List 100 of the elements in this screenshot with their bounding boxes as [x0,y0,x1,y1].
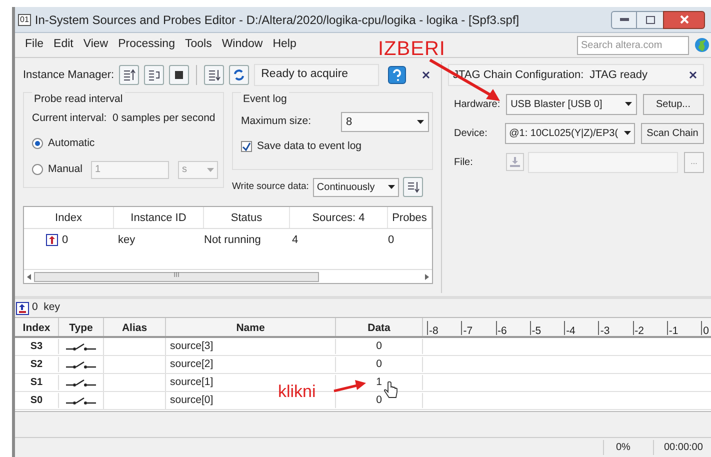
status-text: Ready to acquire [254,64,379,86]
right-arrow-icon [425,274,429,280]
setup-button[interactable]: Setup... [642,94,704,114]
progress-text: 0% [603,440,653,455]
tick-label: -5 [530,321,542,335]
size-dropdown[interactable]: 8 [341,112,429,132]
close-button[interactable] [663,10,705,28]
tick-label: -2 [632,321,644,335]
close-icon [689,71,697,79]
table-cell-text: key [117,232,136,248]
column-header[interactable]: Index [24,207,114,228]
caret-icon [388,185,395,189]
switch-icon [66,360,96,368]
table-cell: S0 [15,393,59,408]
table-cell: source[2] [166,356,336,372]
hardware-dropdown[interactable]: USB Blaster [USB 0] [506,94,637,114]
globe-icon [695,38,709,52]
maximize-icon [646,16,654,24]
continuous-read-button[interactable] [144,65,164,85]
write-data-button[interactable] [204,65,224,85]
menu-item[interactable]: View [79,36,112,54]
field-label: File: [454,156,474,170]
minimize-button[interactable] [611,10,637,28]
instance-label: 0 key [32,300,60,316]
hand-cursor-icon [384,381,398,399]
write-mode-dropdown[interactable]: Continuously [312,178,399,196]
switch-icon [66,378,96,386]
time-text: 00:00:00 [653,440,711,455]
table-cell-text: 4 [291,232,300,248]
menu-item[interactable]: Window [218,36,267,54]
refresh-button[interactable] [229,65,250,85]
tick-label: -1 [666,321,678,335]
read-data-button[interactable] [119,65,140,85]
checkbox[interactable] [241,141,252,152]
caret-icon [624,131,632,135]
help-icon [392,69,402,81]
menu-item[interactable]: Tools [180,36,216,54]
caret-icon [624,102,632,106]
download-icon [509,156,521,168]
column-header[interactable]: Status [204,207,290,228]
close-icon [422,71,430,79]
column-header[interactable]: Data [336,318,423,336]
panel-label: Instance Manager: [23,68,114,83]
table-cell-text: Not running [204,232,262,248]
switch-icon [66,396,96,404]
write-icon [406,180,420,194]
minimize-icon [620,18,628,21]
check-icon [242,142,251,152]
instance-icon [46,234,58,246]
field-label: Write source data: [232,180,309,194]
radio-label: Manual [48,162,84,177]
device-dropdown[interactable]: @1: 10CL025(Y|Z)/EP3( [505,122,636,144]
column-header[interactable]: Sources: 4 [290,207,388,228]
column-header[interactable]: Index [15,318,59,336]
column-header[interactable]: Instance ID [114,207,204,228]
table-cell: S2 [15,357,59,372]
tick-label: -3 [598,321,610,335]
table-cell[interactable]: 0 [336,356,423,372]
left-arrow-icon [27,274,31,280]
menu-item[interactable]: Edit [50,36,78,54]
search-field[interactable]: Search altera.com [577,36,689,54]
radio-button[interactable] [32,138,43,150]
caret-icon [207,168,214,172]
annotation-arrow [333,380,367,393]
radio-label: Automatic [48,136,95,151]
help-button[interactable] [388,66,406,84]
read-data-icon [122,68,136,82]
tick-label: 0 [701,321,709,335]
switch-icon [66,342,96,350]
tick-label: -6 [496,321,507,335]
column-header[interactable]: Alias [104,318,166,336]
continuous-read-icon [147,68,162,82]
write-button[interactable] [402,177,423,197]
table-cell: S1 [15,375,59,390]
column-header[interactable]: Name [166,318,336,336]
menu-item[interactable]: Processing [114,36,179,54]
stop-button[interactable] [169,65,190,85]
write-data-icon [207,68,222,82]
column-header[interactable]: Probes [388,207,432,228]
scan-chain-button[interactable]: Scan Chain [641,122,704,144]
status-text: JTAG ready [590,68,648,83]
refresh-icon [232,68,246,82]
checkbox-label: Save data to event log [257,139,362,154]
column-header[interactable]: Type [59,318,104,336]
radio-button[interactable] [32,164,43,176]
field-label: Device: [454,126,488,140]
maximize-button[interactable] [637,10,663,28]
table-cell-text: 0 [388,232,396,248]
menu-item[interactable]: Help [268,36,300,54]
close-icon [680,15,688,24]
field-label: Maximum size: [241,114,312,130]
window-title: In-System Sources and Probes Editor - D:/Altera/2020/logika-cpu/logika - logika - [Spf3.spf] [34,12,520,28]
close-button[interactable] [689,70,699,80]
table-cell: S3 [15,339,59,354]
tick-label: -7 [461,321,473,335]
menu-item[interactable]: File [21,36,48,54]
interval-text: Current interval: 0 samples per second [32,111,216,126]
table-cell[interactable]: 0 [336,338,423,354]
table-cell: source[3] [166,338,336,354]
file-field[interactable] [528,152,678,172]
